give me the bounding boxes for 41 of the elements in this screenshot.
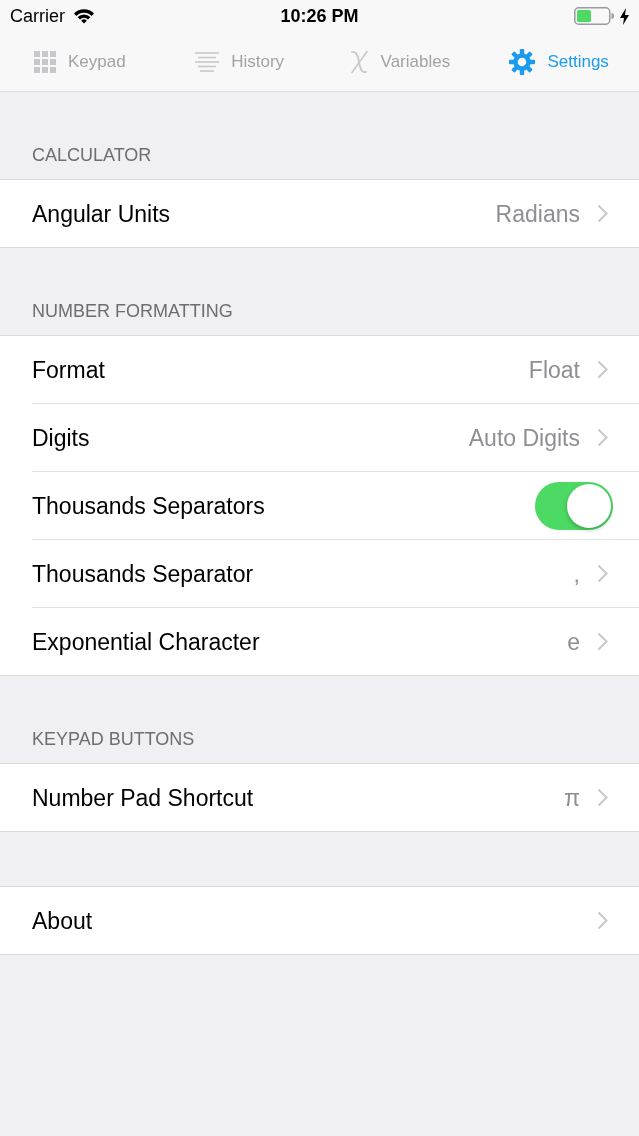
row-value: Float — [528, 355, 580, 384]
settings-row[interactable]: Number Pad Shortcut π — [0, 764, 639, 831]
row-label: Thousands Separators — [32, 491, 265, 520]
chevron-right-icon — [597, 360, 608, 379]
row-value: , — [573, 559, 580, 588]
chevron-right-icon — [597, 428, 608, 447]
row-value: Radians — [495, 199, 580, 228]
charging-bolt-icon — [620, 7, 629, 25]
settings-icon — [509, 48, 536, 75]
time-label: 10:26 PM — [280, 5, 359, 27]
italic-x-icon — [348, 49, 369, 74]
row-label: Angular Units — [32, 199, 171, 228]
chevron-right-icon — [597, 632, 608, 651]
toggle-switch[interactable] — [535, 481, 613, 530]
row-label: Digits — [32, 423, 90, 452]
settings-row[interactable]: Digits Auto Digits — [0, 404, 639, 472]
settings-row[interactable]: About — [0, 887, 639, 954]
settings-row[interactable]: Thousands Separator , — [0, 540, 639, 608]
chevron-right-icon — [597, 204, 608, 223]
chevron-right-icon — [597, 564, 608, 583]
row-label: About — [32, 906, 93, 935]
section-header: KEYPAD BUTTONS — [31, 728, 196, 751]
chevron-right-icon — [597, 911, 608, 930]
row-value: e — [567, 627, 580, 656]
row-label: Exponential Character — [32, 627, 260, 656]
row-label: Number Pad Shortcut — [32, 783, 254, 812]
section-header: CALCULATOR — [31, 144, 153, 167]
section-header: NUMBER FORMATTING — [31, 300, 234, 323]
settings-row[interactable]: Exponential Character e — [0, 608, 639, 675]
wifi-icon — [73, 8, 95, 24]
row-label: Thousands Separator — [32, 559, 254, 588]
settings-row[interactable]: Format Float — [0, 336, 639, 404]
row-value: Auto Digits — [468, 423, 580, 452]
grid-icon — [34, 50, 57, 73]
row-label: Format — [32, 355, 105, 384]
battery-icon — [574, 7, 614, 25]
settings-row[interactable]: Angular Units Radians — [0, 180, 639, 247]
row-value: π — [564, 783, 580, 812]
chevron-right-icon — [597, 788, 608, 807]
carrier-label: Carrier — [10, 5, 65, 27]
list-lines-icon — [195, 51, 220, 72]
